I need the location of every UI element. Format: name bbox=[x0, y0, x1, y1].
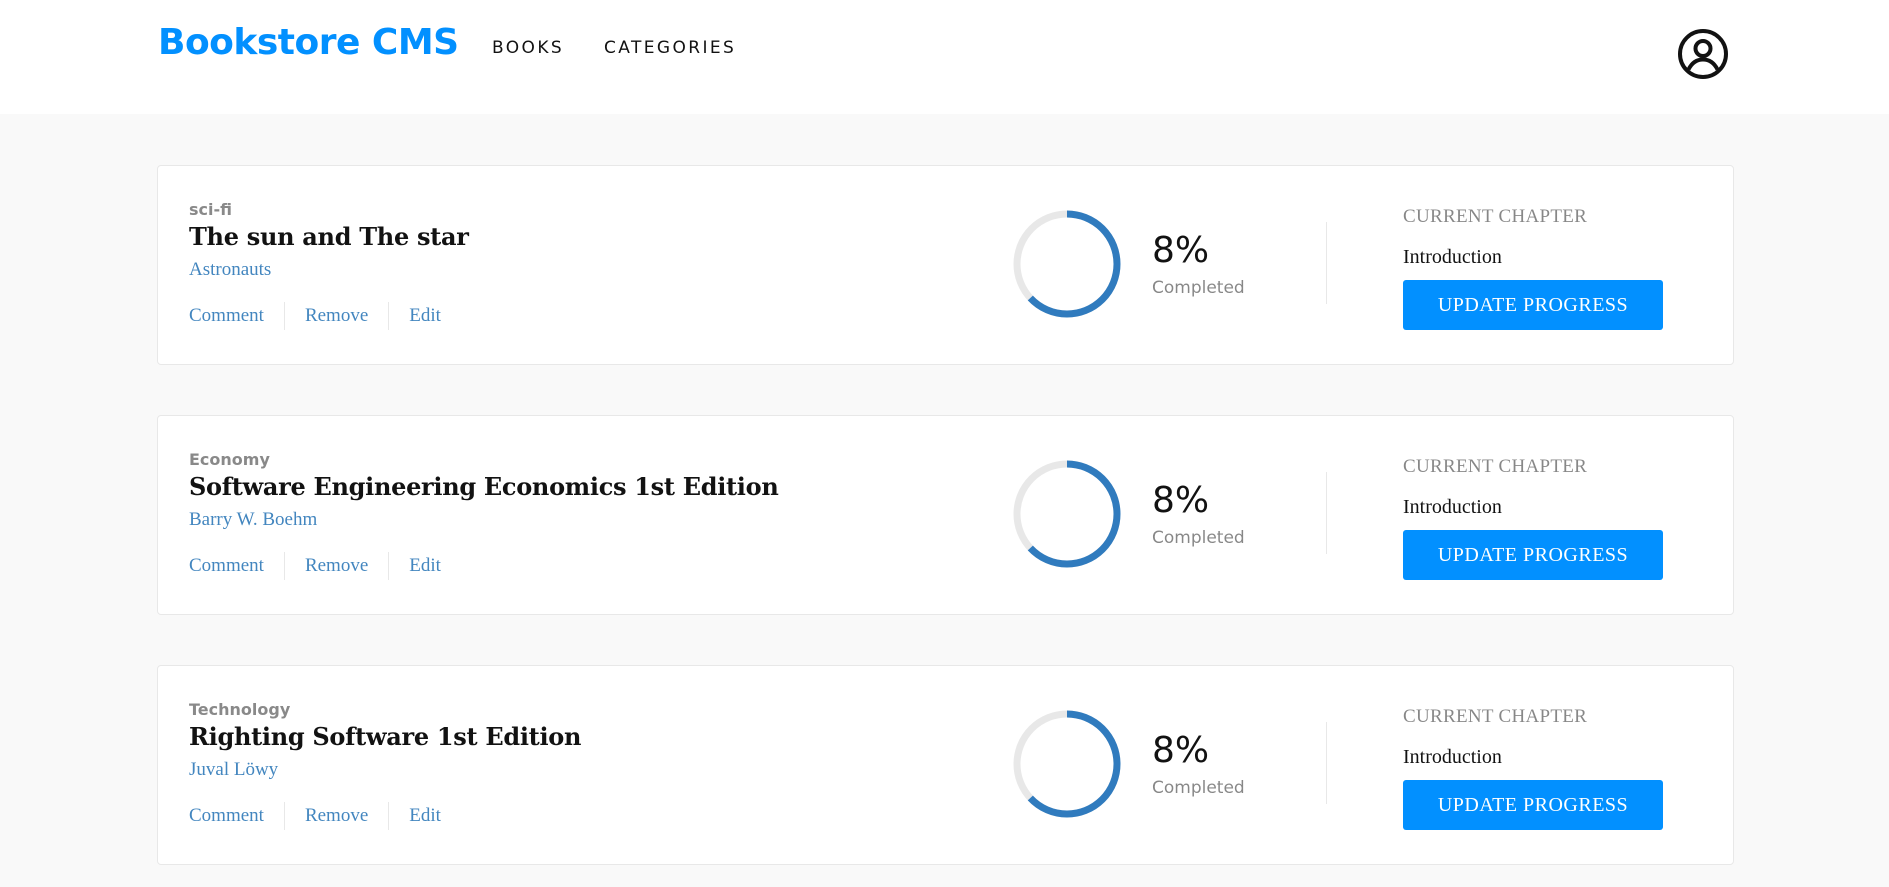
book-actions: Comment Remove Edit bbox=[189, 302, 441, 330]
completed-label: Completed bbox=[1152, 278, 1245, 298]
book-card: Technology Righting Software 1st Edition… bbox=[157, 665, 1734, 865]
comment-button[interactable]: Comment bbox=[189, 555, 264, 577]
current-chapter-label: CURRENT CHAPTER bbox=[1403, 706, 1588, 727]
action-divider bbox=[283, 552, 285, 580]
remove-button[interactable]: Remove bbox=[305, 805, 368, 827]
progress-percent: 8% bbox=[1152, 480, 1210, 521]
book-title: The sun and The star bbox=[189, 222, 469, 251]
progress-ring bbox=[1013, 710, 1121, 818]
book-title: Righting Software 1st Edition bbox=[189, 722, 582, 751]
update-progress-button[interactable]: UPDATE PROGRESS bbox=[1403, 280, 1663, 330]
book-actions: Comment Remove Edit bbox=[189, 552, 441, 580]
book-card: sci-fi The sun and The star Astronauts C… bbox=[157, 165, 1734, 365]
book-card: Economy Software Engineering Economics 1… bbox=[157, 415, 1734, 615]
completed-label: Completed bbox=[1152, 778, 1245, 798]
current-chapter-label: CURRENT CHAPTER bbox=[1403, 456, 1588, 477]
comment-button[interactable]: Comment bbox=[189, 305, 264, 327]
remove-button[interactable]: Remove bbox=[305, 305, 368, 327]
header: Bookstore CMS BOOKS CATEGORIES bbox=[0, 0, 1889, 114]
user-profile-button[interactable] bbox=[1677, 28, 1729, 80]
book-actions: Comment Remove Edit bbox=[189, 802, 441, 830]
action-divider bbox=[388, 802, 390, 830]
update-progress-button[interactable]: UPDATE PROGRESS bbox=[1403, 780, 1663, 830]
comment-button[interactable]: Comment bbox=[189, 805, 264, 827]
action-divider bbox=[283, 302, 285, 330]
remove-button[interactable]: Remove bbox=[305, 555, 368, 577]
section-divider bbox=[1326, 472, 1327, 554]
nav-books[interactable]: BOOKS bbox=[492, 38, 564, 58]
app-logo[interactable]: Bookstore CMS bbox=[158, 22, 459, 63]
book-author: Barry W. Boehm bbox=[189, 509, 318, 530]
nav-categories[interactable]: CATEGORIES bbox=[604, 38, 736, 58]
section-divider bbox=[1326, 722, 1327, 804]
current-chapter-name: Introduction bbox=[1403, 246, 1502, 268]
current-chapter-label: CURRENT CHAPTER bbox=[1403, 206, 1588, 227]
book-author: Juval Löwy bbox=[189, 759, 279, 780]
edit-button[interactable]: Edit bbox=[409, 805, 441, 827]
edit-button[interactable]: Edit bbox=[409, 305, 441, 327]
edit-button[interactable]: Edit bbox=[409, 555, 441, 577]
action-divider bbox=[283, 802, 285, 830]
section-divider bbox=[1326, 222, 1327, 304]
progress-ring bbox=[1013, 210, 1121, 318]
progress-percent: 8% bbox=[1152, 730, 1210, 771]
progress-percent: 8% bbox=[1152, 230, 1210, 271]
book-category: Technology bbox=[189, 700, 291, 719]
update-progress-button[interactable]: UPDATE PROGRESS bbox=[1403, 530, 1663, 580]
book-category: Economy bbox=[189, 450, 270, 469]
book-author: Astronauts bbox=[189, 259, 272, 280]
current-chapter-name: Introduction bbox=[1403, 496, 1502, 518]
current-chapter-name: Introduction bbox=[1403, 746, 1502, 768]
progress-ring bbox=[1013, 460, 1121, 568]
action-divider bbox=[388, 302, 390, 330]
user-circle-icon bbox=[1678, 29, 1728, 79]
book-category: sci-fi bbox=[189, 200, 232, 219]
book-title: Software Engineering Economics 1st Editi… bbox=[189, 472, 779, 501]
action-divider bbox=[388, 552, 390, 580]
completed-label: Completed bbox=[1152, 528, 1245, 548]
